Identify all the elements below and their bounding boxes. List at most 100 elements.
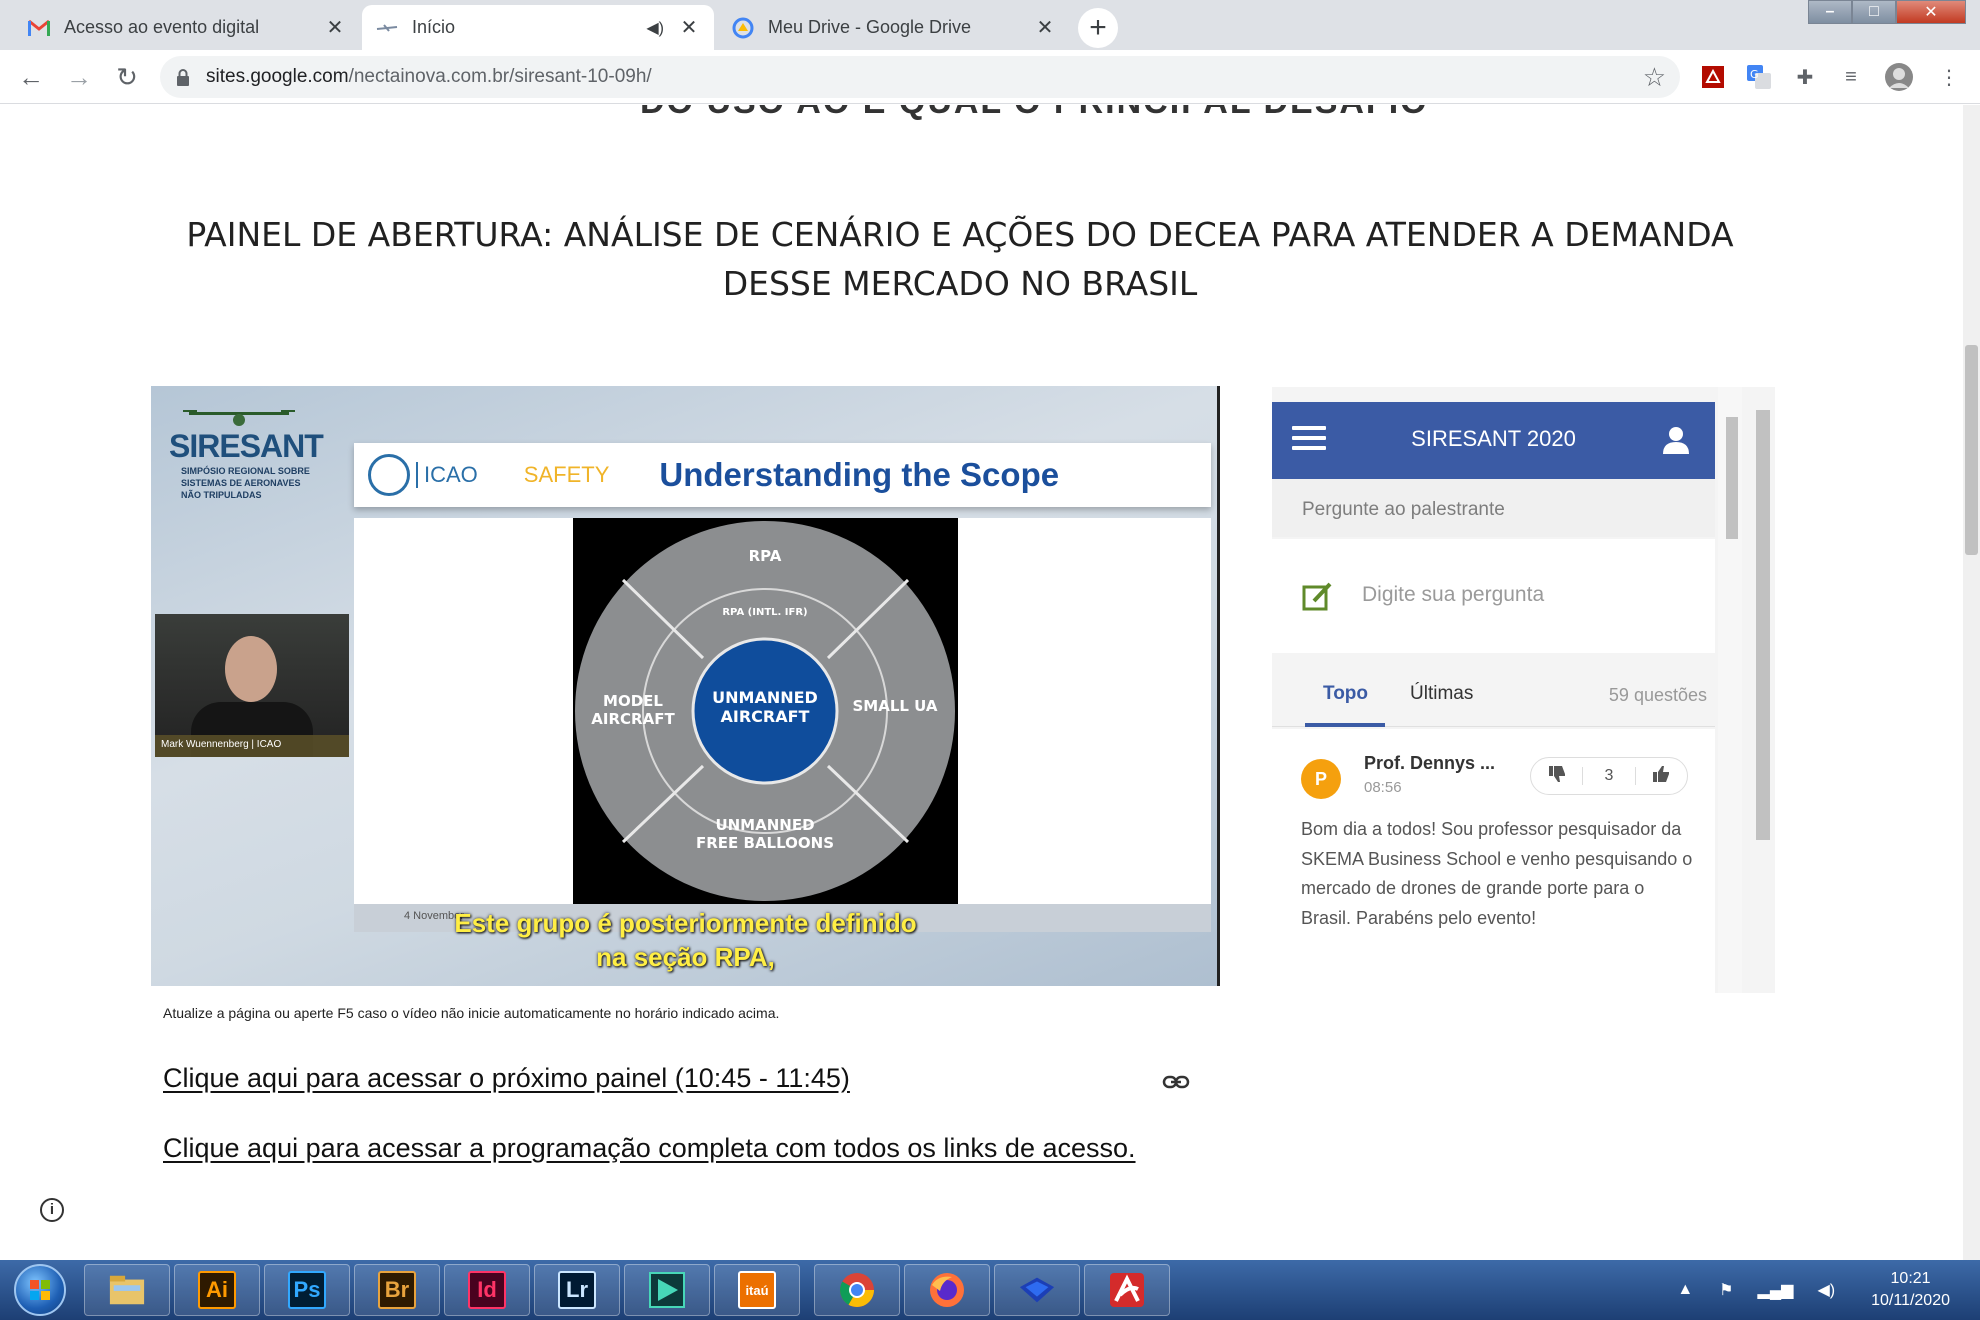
- scope-diagram: UNMANNED AIRCRAFT RPA RPA (INTL. IFR) MO…: [573, 518, 958, 904]
- svg-text:G: G: [1750, 68, 1759, 81]
- ask-speaker-label: Pergunte ao palestrante: [1272, 479, 1715, 537]
- speaker-webcam: Mark Wuennenberg | ICAO: [155, 614, 349, 757]
- firefox-icon: [928, 1271, 966, 1309]
- volume-icon[interactable]: ◀): [1817, 1280, 1835, 1300]
- close-icon[interactable]: ✕: [678, 15, 700, 40]
- bookmark-star-icon[interactable]: ☆: [1643, 62, 1666, 93]
- vote-count: 3: [1582, 767, 1636, 785]
- url-path: /nectainova.com.br/siresant-10-09h/: [348, 66, 652, 87]
- itau-icon: itaú: [738, 1271, 776, 1309]
- taskbar-app-video-app[interactable]: [624, 1264, 710, 1316]
- explorer-icon: [108, 1271, 146, 1309]
- qa-scrollbar[interactable]: [1718, 387, 1742, 993]
- minimize-button[interactable]: –: [1808, 0, 1852, 24]
- tab-ultimas[interactable]: Últimas: [1410, 683, 1473, 705]
- full-program-link[interactable]: Clique aqui para acessar a programação c…: [163, 1133, 1136, 1164]
- edit-icon: [1302, 581, 1334, 611]
- browser-scrollbar[interactable]: [1963, 105, 1980, 1260]
- back-arrow-icon[interactable]: ←: [14, 60, 48, 94]
- qa-widget: SIRESANT 2020 Pergunte ao palestrante Di…: [1272, 387, 1775, 993]
- video-player[interactable]: SIRESANT SIMPÓSIO REGIONAL SOBRE SISTEMA…: [151, 386, 1220, 986]
- tab-gmail[interactable]: Acesso ao evento digital ✕: [14, 5, 360, 50]
- next-panel-link[interactable]: Clique aqui para acessar o próximo paine…: [163, 1063, 850, 1094]
- sites-icon: [376, 17, 398, 39]
- close-icon[interactable]: ✕: [324, 15, 346, 40]
- profile-avatar[interactable]: [1884, 62, 1914, 92]
- user-icon[interactable]: [1663, 426, 1689, 454]
- diagram-center-line2: AIRCRAFT: [721, 707, 810, 726]
- bridge-icon: Br: [378, 1271, 416, 1309]
- tab-drive[interactable]: Meu Drive - Google Drive ✕: [718, 5, 1070, 50]
- diagram-bottom-line1: UNMANNED: [715, 816, 814, 834]
- chrome-icon: [838, 1271, 876, 1309]
- window-controls: – □ ✕: [1808, 0, 1966, 24]
- diagram-inner-label: RPA (INTL. IFR): [722, 607, 807, 618]
- question-text: Bom dia a todos! Sou professor pesquisad…: [1301, 819, 1693, 928]
- diagram-top-label: RPA: [749, 547, 782, 565]
- icao-logo-icon: [368, 454, 410, 496]
- cut-off-heading: DO USO AO E QUAL O PRINCIPAL DESAFIO: [640, 105, 1429, 122]
- speaker-icon[interactable]: ◀): [646, 18, 664, 38]
- taskbar-app-illustrator[interactable]: Ai: [174, 1264, 260, 1316]
- start-button[interactable]: [14, 1264, 66, 1316]
- question-count: 59 questões: [1608, 685, 1707, 705]
- taskbar-app-itau[interactable]: itaú: [714, 1264, 800, 1316]
- tab-inicio[interactable]: Início ◀) ✕: [362, 5, 714, 50]
- tray-expand-icon[interactable]: ▲: [1677, 1281, 1693, 1299]
- taskbar-app-lightroom[interactable]: Lr: [534, 1264, 620, 1316]
- question-input[interactable]: Digite sua pergunta: [1272, 539, 1715, 653]
- clock[interactable]: 10:21 10/11/2020: [1871, 1268, 1950, 1312]
- embed-scrollbar[interactable]: [1752, 388, 1774, 993]
- address-bar[interactable]: sites.google.com/nectainova.com.br/sires…: [160, 56, 1680, 98]
- media-queue-icon[interactable]: ≡: [1836, 62, 1866, 92]
- diagram-right-label: SMALL UA: [852, 697, 937, 715]
- qa-tabs: Topo Últimas 59 questões: [1272, 657, 1715, 727]
- forward-arrow-icon[interactable]: →: [62, 60, 96, 94]
- taskbar-app-firefox[interactable]: [904, 1264, 990, 1316]
- pdf-extension-icon[interactable]: [1698, 62, 1728, 92]
- taskbar-app-bridge[interactable]: Br: [354, 1264, 440, 1316]
- question-author: Prof. Dennys ...: [1364, 753, 1496, 773]
- illustrator-icon: Ai: [198, 1271, 236, 1309]
- diagram-left-line2: AIRCRAFT: [591, 710, 675, 728]
- taskbar-app-shield-app[interactable]: [994, 1264, 1080, 1316]
- page-title: PAINEL DE ABERTURA: ANÁLISE DE CENÁRIO E…: [186, 215, 1734, 303]
- question-time: 08:56: [1364, 779, 1402, 796]
- tab-topo[interactable]: Topo: [1323, 683, 1368, 705]
- taskbar: Ai Ps Br Id Lr itaú ▲ ⚑ ▂▄▆ ◀) 10:21 10/11/20…: [0, 1260, 1980, 1320]
- reload-icon[interactable]: ↻: [110, 60, 144, 94]
- thumbs-up-icon[interactable]: [1636, 765, 1687, 788]
- siresant-logo: SIRESANT SIMPÓSIO REGIONAL SOBRE SISTEMA…: [169, 408, 329, 501]
- network-icon[interactable]: ▂▄▆: [1758, 1280, 1794, 1300]
- puzzle-extension-icon[interactable]: ✚: [1790, 62, 1820, 92]
- windows-logo-icon: [30, 1280, 50, 1300]
- speaker-caption: Mark Wuennenberg | ICAO: [155, 735, 349, 757]
- diagram-bottom-line2: FREE BALLOONS: [696, 834, 834, 852]
- new-tab-button[interactable]: +: [1078, 8, 1118, 48]
- vote-control: 3: [1530, 757, 1688, 795]
- video-subtitle-line1: Este grupo é posteriormente definido: [454, 908, 917, 938]
- qa-title: SIRESANT 2020: [1411, 426, 1576, 451]
- maximize-button[interactable]: □: [1852, 0, 1896, 24]
- taskbar-app-chrome[interactable]: [814, 1264, 900, 1316]
- taskbar-app-explorer[interactable]: [84, 1264, 170, 1316]
- drive-icon: [732, 17, 754, 39]
- tab-strip: Acesso ao evento digital ✕ Início ◀) ✕ M…: [0, 0, 1980, 50]
- kebab-menu-icon[interactable]: ⋮: [1934, 62, 1964, 92]
- taskbar-app-photoshop[interactable]: Ps: [264, 1264, 350, 1316]
- close-window-button[interactable]: ✕: [1896, 0, 1966, 24]
- info-icon[interactable]: i: [40, 1198, 64, 1222]
- taskbar-app-indesign[interactable]: Id: [444, 1264, 530, 1316]
- slide-title: Understanding the Scope: [659, 456, 1060, 493]
- translate-extension-icon[interactable]: G: [1744, 62, 1774, 92]
- question-placeholder: Digite sua pergunta: [1362, 583, 1545, 606]
- diagram-center-line1: UNMANNED: [712, 688, 818, 707]
- link-icon[interactable]: [1162, 1069, 1190, 1097]
- diagram-left-line1: MODEL: [603, 692, 663, 710]
- avatar: P: [1301, 759, 1341, 799]
- taskbar-app-antivirus[interactable]: [1084, 1264, 1170, 1316]
- flag-icon[interactable]: ⚑: [1719, 1280, 1733, 1300]
- active-tab-indicator: [1305, 723, 1385, 727]
- close-icon[interactable]: ✕: [1034, 15, 1056, 40]
- thumbs-down-icon[interactable]: [1531, 765, 1582, 788]
